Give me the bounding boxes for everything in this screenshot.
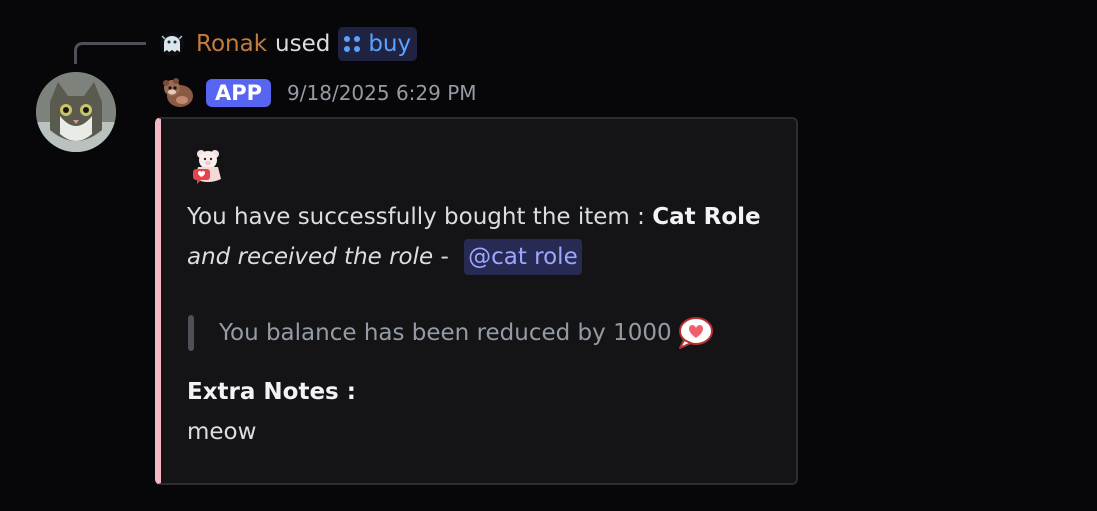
blockquote-bar (188, 315, 194, 351)
bear-notification-icon (193, 150, 221, 184)
message-header: APP 9/18/2025 6:29 PM (160, 76, 477, 110)
heart-speech-bubble-icon (678, 317, 713, 349)
role-received-text: and received the role (187, 244, 434, 270)
purchase-message: You have successfully bought the item : … (187, 204, 761, 230)
extra-notes-title: Extra Notes : (187, 379, 356, 405)
item-name: Cat Role (652, 204, 761, 230)
role-message: and received the role - @cat role (187, 239, 582, 275)
embed-card: You have successfully bought the item : … (155, 117, 798, 485)
command-pill[interactable]: buy (338, 27, 418, 61)
reply-username[interactable]: Ronak (196, 31, 267, 57)
reply-used-text: used (275, 31, 331, 57)
app-badge: APP (206, 79, 272, 107)
reply-context[interactable]: Ronak used buy (160, 27, 418, 61)
reply-connector (74, 42, 146, 64)
avatar[interactable] (36, 72, 116, 152)
ghost-icon (161, 35, 183, 52)
purchase-prefix: You have successfully bought the item : (187, 204, 653, 230)
balance-quote-text: You balance has been reduced by 1000 (219, 320, 672, 346)
extra-notes-body: meow (187, 419, 257, 445)
role-dash: - (433, 244, 457, 270)
balance-quote: You balance has been reduced by 1000 (219, 316, 714, 350)
cat-avatar-icon (36, 72, 116, 152)
reply-avatar[interactable] (160, 32, 184, 56)
timestamp[interactable]: 9/18/2025 6:29 PM (287, 81, 477, 105)
slash-command-icon (344, 36, 361, 52)
chat-message: Ronak used buy APP 9/18/2025 6:29 PM You… (0, 0, 1097, 511)
otter-icon[interactable] (160, 76, 194, 110)
command-name: buy (368, 31, 412, 57)
role-mention[interactable]: @cat role (464, 239, 582, 275)
